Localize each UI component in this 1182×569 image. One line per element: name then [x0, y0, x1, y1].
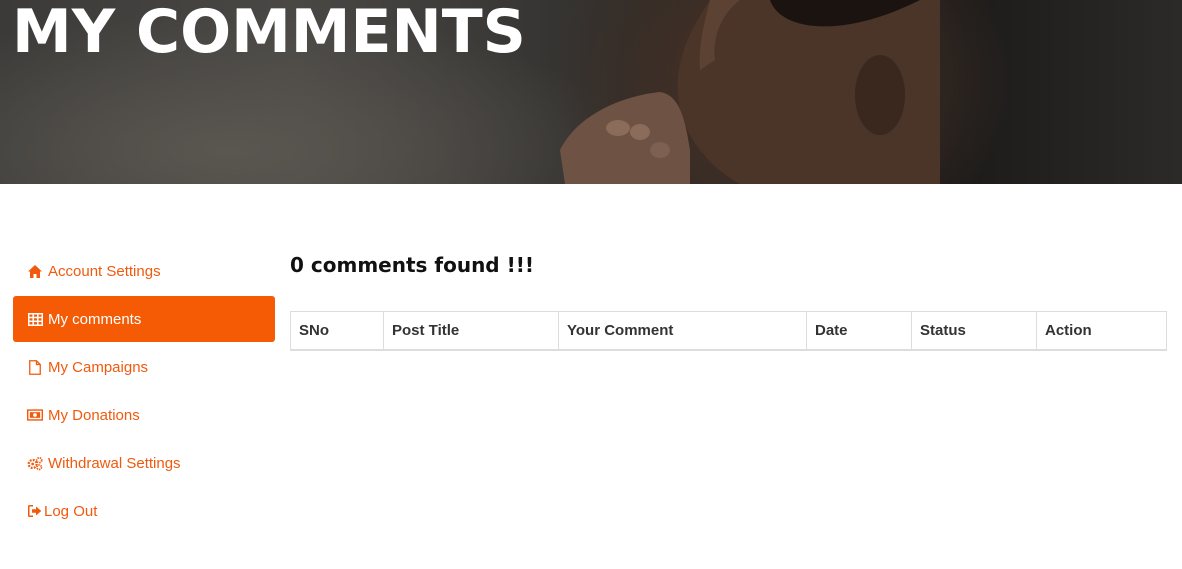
sidebar-item-label: My Donations — [48, 406, 140, 424]
sidebar-item-label: My Campaigns — [48, 358, 149, 376]
account-sidebar: Account Settings My comments My Campaign… — [13, 248, 275, 536]
page-title: MY COMMENTS — [12, 0, 526, 67]
sidebar-item-label: My comments — [48, 310, 142, 328]
sidebar-item-label: Log Out — [44, 502, 98, 520]
sidebar-item-my-donations[interactable]: My Donations — [13, 392, 275, 438]
home-icon — [27, 263, 43, 279]
sidebar-item-log-out[interactable]: Log Out — [13, 488, 275, 534]
column-header-status: Status — [911, 311, 1037, 351]
sidebar-item-label: Withdrawal Settings — [48, 454, 181, 472]
comments-table: SNo Post Title Your Comment Date Status … — [290, 311, 1167, 351]
column-header-action: Action — [1036, 311, 1167, 351]
sidebar-item-my-campaigns[interactable]: My Campaigns — [13, 344, 275, 390]
money-icon — [27, 407, 43, 423]
file-icon — [27, 359, 43, 375]
main-content: 0 comments found !!! SNo Post Title Your… — [290, 248, 1167, 351]
banner-photo — [560, 0, 940, 184]
sign-out-icon — [27, 503, 43, 519]
sidebar-item-my-comments[interactable]: My comments — [13, 296, 275, 342]
column-header-sno: SNo — [290, 311, 384, 351]
sidebar-item-label: Account Settings — [48, 262, 161, 280]
table-header-row: SNo Post Title Your Comment Date Status … — [290, 311, 1167, 351]
column-header-date: Date — [806, 311, 912, 351]
column-header-your-comment: Your Comment — [558, 311, 807, 351]
sidebar-item-withdrawal-settings[interactable]: Withdrawal Settings — [13, 440, 275, 486]
gears-icon — [27, 455, 43, 471]
sidebar-item-account-settings[interactable]: Account Settings — [13, 248, 275, 294]
table-icon — [27, 311, 43, 327]
results-heading: 0 comments found !!! — [290, 253, 534, 277]
column-header-post-title: Post Title — [383, 311, 559, 351]
page-banner: MY COMMENTS — [0, 0, 1182, 184]
